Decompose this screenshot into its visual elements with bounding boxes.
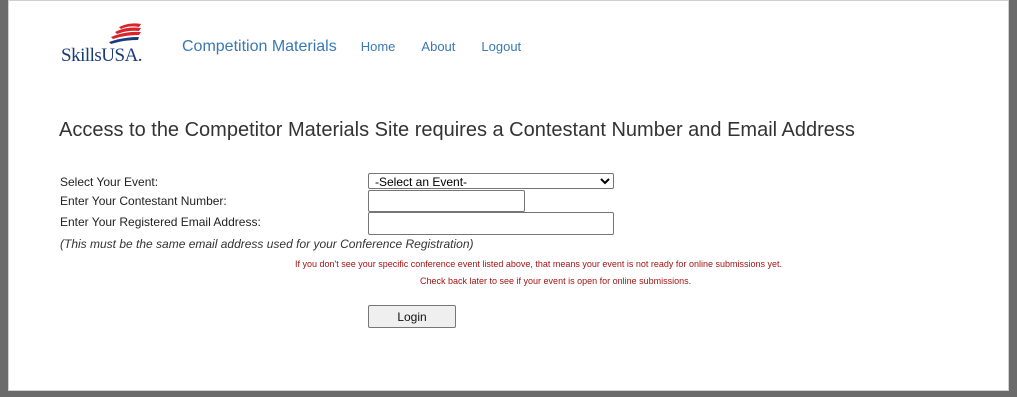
event-label: Select Your Event:: [60, 175, 159, 189]
nav-logout-link[interactable]: Logout: [481, 39, 521, 54]
warning-text-2: Check back later to see if your event is…: [420, 276, 692, 286]
email-label: Enter Your Registered Email Address:: [60, 215, 261, 229]
logo-text: SkillsUSA.: [61, 45, 143, 66]
nav-brand-link[interactable]: Competition Materials: [182, 38, 337, 56]
email-input[interactable]: [368, 212, 614, 235]
warning-text-1: If you don't see your specific conferenc…: [295, 259, 782, 269]
flag-icon: [109, 23, 141, 44]
nav-about-link[interactable]: About: [421, 39, 455, 54]
nav-home-link[interactable]: Home: [361, 39, 396, 54]
contestant-number-input[interactable]: [368, 190, 525, 212]
event-select[interactable]: -Select an Event-: [368, 173, 614, 189]
login-button[interactable]: Login: [368, 305, 456, 328]
contestant-number-label: Enter Your Contestant Number:: [60, 194, 227, 208]
email-note: (This must be the same email address use…: [60, 237, 474, 251]
skillsusa-logo[interactable]: SkillsUSA.: [61, 21, 171, 69]
page-title: Access to the Competitor Materials Site …: [59, 119, 855, 141]
top-nav: Competition Materials Home About Logout: [182, 38, 547, 56]
page: SkillsUSA. Competition Materials Home Ab…: [8, 0, 1009, 391]
